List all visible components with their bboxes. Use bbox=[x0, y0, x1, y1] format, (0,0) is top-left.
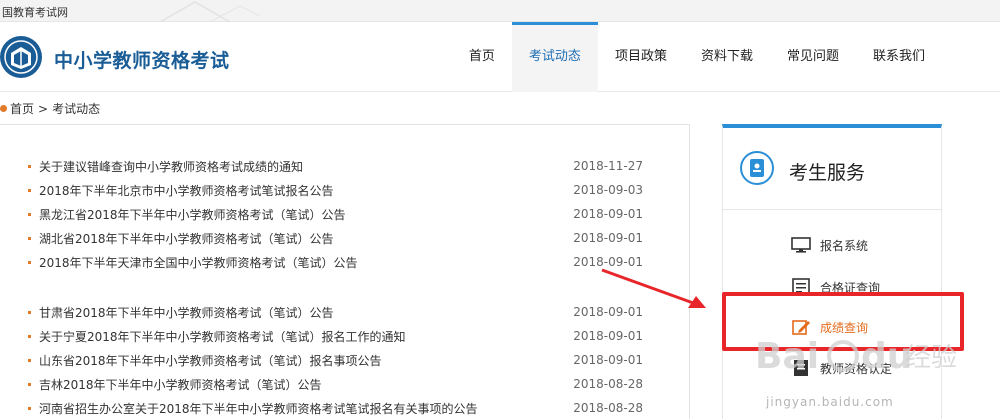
service-score-query[interactable]: 成绩查询 bbox=[791, 315, 868, 339]
news-item[interactable]: 2018年下半年天津市全国中小学教师资格考试（笔试）公告 2018-09-01 bbox=[28, 250, 643, 274]
news-date: 2018-09-01 bbox=[573, 231, 643, 245]
news-item[interactable]: 山东省2018年下半年中小学教师资格考试（笔试）报名事项公告 2018-09-01 bbox=[28, 348, 643, 372]
service-label: 合格证查询 bbox=[820, 280, 881, 295]
id-card-icon bbox=[740, 151, 774, 185]
monitor-icon bbox=[791, 237, 811, 253]
nav-contact[interactable]: 联系我们 bbox=[856, 22, 942, 92]
news-item[interactable]: 湖北省2018年下半年中小学教师资格考试（笔试）公告 2018-09-01 bbox=[28, 226, 643, 250]
bullet-icon bbox=[28, 260, 31, 264]
top-bar-text[interactable]: 国教育考试网 bbox=[2, 4, 68, 20]
news-item[interactable]: 甘肃省2018年下半年中小学教师资格考试（笔试）公告 2018-09-01 bbox=[28, 300, 643, 324]
site-title[interactable]: 中小学教师资格考试 bbox=[54, 46, 230, 73]
bullet-icon bbox=[28, 236, 31, 240]
news-date: 2018-09-01 bbox=[573, 329, 643, 343]
breadcrumb: 首页 > 考试动态 bbox=[0, 100, 100, 117]
news-title[interactable]: 吉林2018年下半年中小学教师资格考试（笔试）公告 bbox=[39, 376, 573, 393]
bullet-icon bbox=[28, 188, 31, 192]
news-date: 2018-11-27 bbox=[573, 159, 643, 173]
news-date: 2018-09-01 bbox=[573, 255, 643, 269]
news-title[interactable]: 甘肃省2018年下半年中小学教师资格考试（笔试）公告 bbox=[39, 304, 573, 321]
news-item[interactable]: 吉林2018年下半年中小学教师资格考试（笔试）公告 2018-08-28 bbox=[28, 372, 643, 396]
news-title[interactable]: 河南省招生办公室关于2018年下半年中小学教师资格考试笔试报名有关事项的公告 bbox=[39, 400, 573, 417]
news-title[interactable]: 湖北省2018年下半年中小学教师资格考试（笔试）公告 bbox=[39, 230, 573, 247]
services-title: 考生服务 bbox=[789, 162, 866, 184]
news-group-2: 甘肃省2018年下半年中小学教师资格考试（笔试）公告 2018-09-01 关于宁… bbox=[28, 300, 643, 419]
news-date: 2018-09-03 bbox=[573, 183, 643, 197]
main-nav: 首页 考试动态 项目政策 资料下载 常见问题 联系我们 bbox=[452, 22, 942, 92]
service-label: 教师资格认定 bbox=[820, 361, 893, 376]
site-header: 中小学教师资格考试 首页 考试动态 项目政策 资料下载 常见问题 联系我们 bbox=[0, 22, 1000, 92]
bullet-icon bbox=[28, 310, 31, 314]
news-list-panel: 关于建议错峰查询中小学教师资格考试成绩的通知 2018-11-27 2018年下半… bbox=[0, 124, 690, 419]
news-title[interactable]: 黑龙江省2018年下半年中小学教师资格考试（笔试）公告 bbox=[39, 206, 573, 223]
news-date: 2018-08-28 bbox=[573, 401, 643, 415]
news-item[interactable]: 关于建议错峰查询中小学教师资格考试成绩的通知 2018-11-27 bbox=[28, 154, 643, 178]
breadcrumb-home[interactable]: 首页 bbox=[10, 100, 34, 117]
nav-home[interactable]: 首页 bbox=[452, 22, 512, 92]
service-registration[interactable]: 报名系统 bbox=[791, 233, 868, 257]
nav-exam-news[interactable]: 考试动态 bbox=[511, 22, 598, 92]
news-date: 2018-08-28 bbox=[573, 377, 643, 391]
news-title[interactable]: 山东省2018年下半年中小学教师资格考试（笔试）报名事项公告 bbox=[39, 352, 573, 369]
breadcrumb-current: 考试动态 bbox=[52, 102, 101, 116]
bullet-icon bbox=[28, 358, 31, 362]
news-date: 2018-09-01 bbox=[573, 353, 643, 367]
news-item[interactable]: 2018年下半年北京市中小学教师资格考试笔试报名公告 2018-09-03 bbox=[28, 178, 643, 202]
watermark-url: jingyan.baidu.com bbox=[766, 395, 894, 409]
service-teacher-certification[interactable]: 教师资格认定 bbox=[791, 356, 892, 380]
service-label: 成绩查询 bbox=[820, 320, 869, 335]
bullet-icon bbox=[28, 334, 31, 338]
decorative-lines bbox=[159, 1, 260, 22]
news-title[interactable]: 2018年下半年北京市中小学教师资格考试笔试报名公告 bbox=[39, 182, 573, 199]
news-title[interactable]: 关于宁夏2018年下半年中小学教师资格考试（笔试）报名工作的通知 bbox=[39, 328, 573, 345]
news-item[interactable]: 黑龙江省2018年下半年中小学教师资格考试（笔试）公告 2018-09-01 bbox=[28, 202, 643, 226]
services-header: 考生服务 bbox=[723, 128, 941, 210]
service-label: 报名系统 bbox=[820, 238, 869, 253]
top-bar: 国教育考试网 bbox=[0, 0, 1000, 22]
document-icon bbox=[794, 360, 808, 376]
nav-policy[interactable]: 项目政策 bbox=[598, 22, 684, 92]
news-item[interactable]: 河南省招生办公室关于2018年下半年中小学教师资格考试笔试报名有关事项的公告 20… bbox=[28, 396, 643, 419]
news-group-1: 关于建议错峰查询中小学教师资格考试成绩的通知 2018-11-27 2018年下半… bbox=[28, 154, 643, 274]
news-title[interactable]: 关于建议错峰查询中小学教师资格考试成绩的通知 bbox=[39, 158, 573, 175]
edit-icon bbox=[792, 320, 810, 335]
nav-downloads[interactable]: 资料下载 bbox=[684, 22, 770, 92]
bullet-icon bbox=[28, 212, 31, 216]
news-date: 2018-09-01 bbox=[573, 305, 643, 319]
logo-icon[interactable] bbox=[0, 33, 46, 81]
certificate-icon bbox=[792, 278, 810, 296]
nav-faq[interactable]: 常见问题 bbox=[770, 22, 856, 92]
bullet-icon bbox=[28, 406, 31, 410]
bullet-icon bbox=[28, 164, 31, 168]
bullet-icon bbox=[28, 382, 31, 386]
location-dot-icon bbox=[0, 105, 7, 112]
breadcrumb-separator: > bbox=[38, 101, 49, 116]
service-certificate-query[interactable]: 合格证查询 bbox=[791, 275, 880, 299]
news-title[interactable]: 2018年下半年天津市全国中小学教师资格考试（笔试）公告 bbox=[39, 254, 573, 271]
news-item[interactable]: 关于宁夏2018年下半年中小学教师资格考试（笔试）报名工作的通知 2018-09-… bbox=[28, 324, 643, 348]
candidate-services-panel: 考生服务 报名系统 合格证查询 成绩查询 教师资格认定 bbox=[722, 124, 942, 419]
news-date: 2018-09-01 bbox=[573, 207, 643, 221]
